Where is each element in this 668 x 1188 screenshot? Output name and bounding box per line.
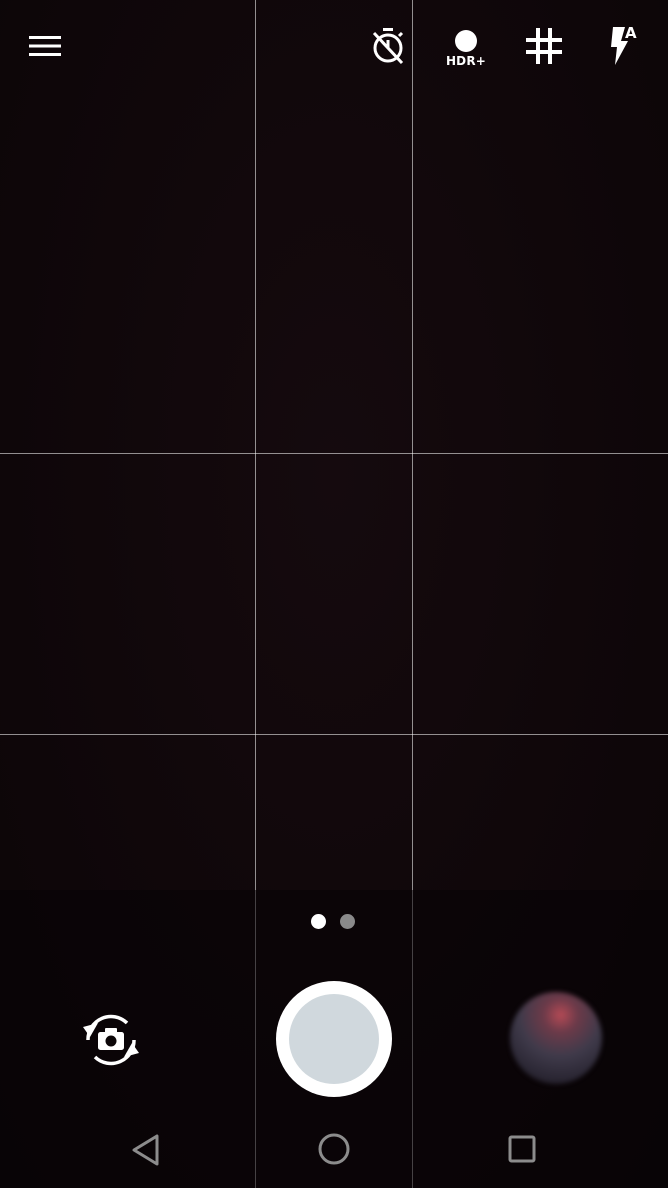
- back-button[interactable]: [122, 1128, 170, 1172]
- hamburger-menu-icon: [29, 35, 61, 57]
- shutter-button-inner: [289, 994, 379, 1084]
- timer-button[interactable]: [364, 22, 412, 70]
- gallery-thumbnail[interactable]: [510, 992, 602, 1084]
- system-navigation-bar: [0, 1110, 668, 1188]
- shutter-button[interactable]: [276, 981, 392, 1097]
- page-dot[interactable]: [340, 914, 355, 929]
- hdr-plus-icon: [454, 29, 478, 53]
- hdr-button[interactable]: HDR+: [440, 26, 492, 70]
- grid-icon: [525, 27, 563, 65]
- recents-icon: [507, 1134, 537, 1164]
- hdr-label: HDR+: [445, 54, 487, 68]
- back-icon: [131, 1134, 161, 1166]
- recents-button[interactable]: [498, 1126, 546, 1172]
- menu-button[interactable]: [22, 24, 68, 68]
- grid-line-horizontal-1: [0, 453, 668, 454]
- grid-button[interactable]: [520, 24, 568, 68]
- timer-off-icon: [370, 27, 406, 65]
- flash-auto-label: A: [625, 24, 637, 42]
- flash-auto-icon: A: [603, 25, 641, 67]
- home-icon: [317, 1132, 351, 1166]
- home-button[interactable]: [310, 1126, 358, 1172]
- flash-button[interactable]: A: [598, 22, 646, 70]
- switch-camera-icon: [78, 1007, 144, 1073]
- switch-camera-button[interactable]: [76, 1004, 146, 1076]
- top-controls-bar: HDR+ A: [0, 0, 668, 92]
- mode-page-indicator: [311, 914, 355, 929]
- grid-line-horizontal-2: [0, 734, 668, 735]
- page-dot-active[interactable]: [311, 914, 326, 929]
